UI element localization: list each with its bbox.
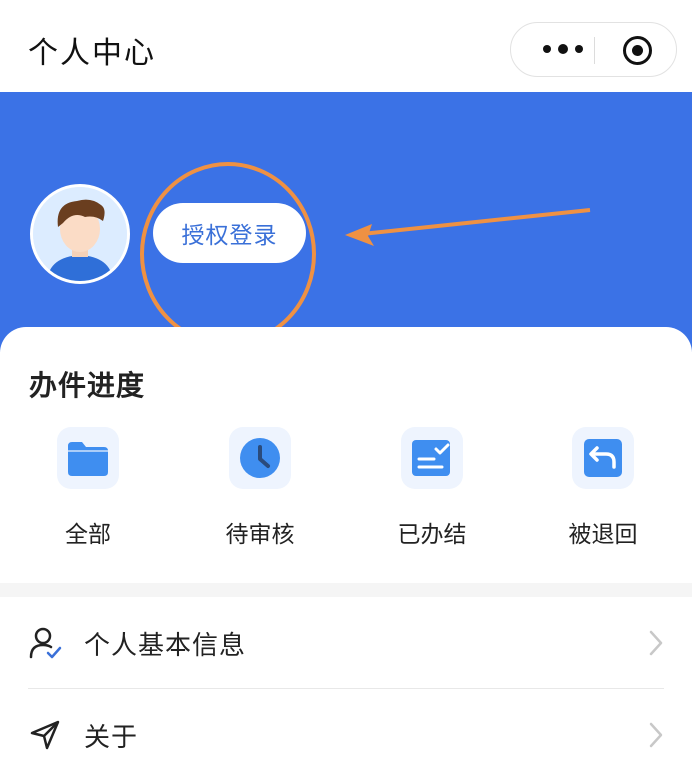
settings-menu: 个人基本信息 关于: [0, 597, 692, 779]
avatar[interactable]: [30, 184, 130, 284]
status-pending[interactable]: 待审核: [205, 427, 315, 549]
send-icon: [28, 718, 62, 752]
status-label: 被退回: [568, 522, 638, 548]
status-completed[interactable]: 已办结: [377, 427, 487, 549]
progress-card: 办件进度 全部 待审核 已办结 被退回: [0, 327, 692, 583]
section-title: 办件进度: [29, 369, 146, 402]
status-returned[interactable]: 被退回: [548, 427, 658, 549]
nav-bar: 个人中心: [0, 0, 692, 92]
page-title: 个人中心: [28, 36, 156, 71]
menu-item-label: 关于: [84, 722, 139, 753]
close-miniprogram-icon[interactable]: [623, 36, 652, 65]
mini-program-capsule: [510, 22, 677, 77]
authorize-login-button[interactable]: 授权登录: [153, 203, 306, 263]
status-all[interactable]: 全部: [33, 427, 143, 549]
menu-item-about[interactable]: 关于: [28, 689, 664, 779]
status-label: 待审核: [225, 522, 295, 548]
menu-item-personal-info[interactable]: 个人基本信息: [28, 597, 664, 689]
more-icon[interactable]: [543, 44, 583, 54]
clock-icon: [229, 427, 291, 489]
capsule-divider: [594, 37, 595, 64]
user-check-icon: [28, 626, 62, 660]
chevron-right-icon: [649, 630, 663, 656]
status-label: 全部: [65, 522, 111, 548]
folder-icon: [57, 427, 119, 489]
menu-item-label: 个人基本信息: [84, 630, 247, 661]
return-icon: [572, 427, 634, 489]
status-label: 已办结: [397, 522, 467, 548]
chevron-right-icon: [649, 722, 663, 748]
done-list-icon: [401, 427, 463, 489]
